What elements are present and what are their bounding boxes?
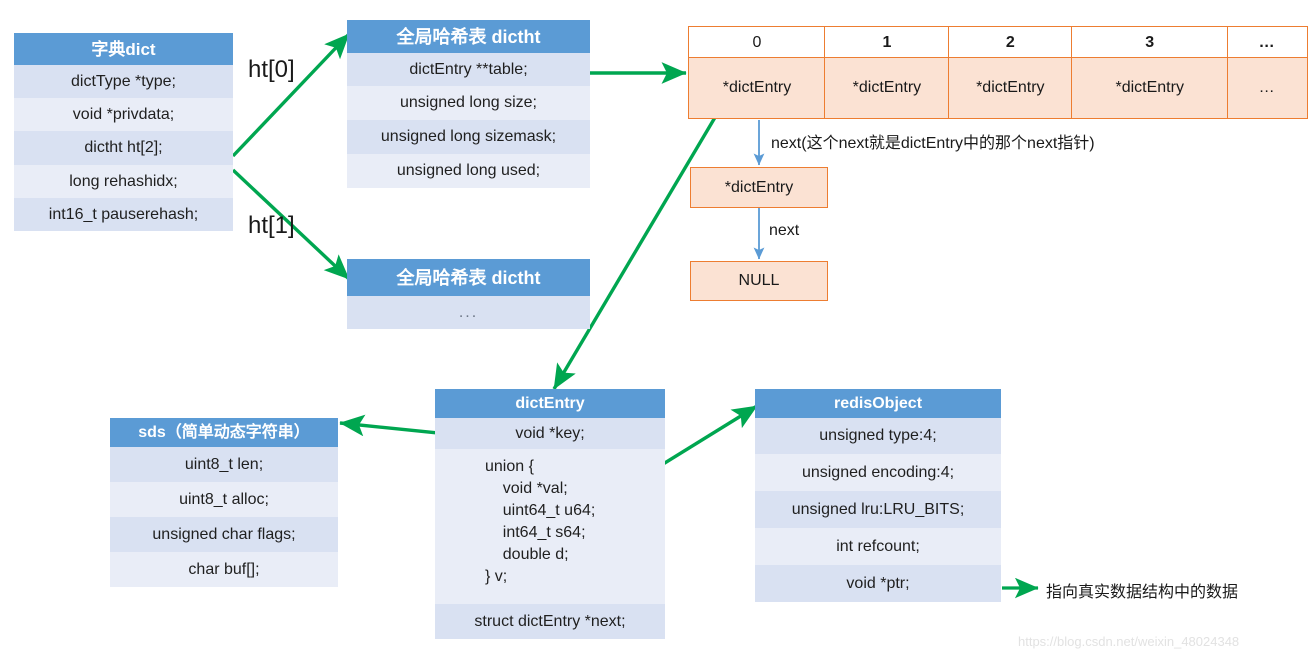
redisobject-field: unsigned lru:LRU_BITS; (755, 491, 1001, 528)
watermark-url: https://blog.csdn.net/weixin_48024348 (1018, 634, 1240, 649)
dictht-field: unsigned long sizemask; (347, 120, 590, 154)
bucket-index: 1 (824, 26, 950, 59)
dictentry-struct: dictEntry void *key; union { void *val; … (435, 389, 665, 639)
redisobject-field: int refcount; (755, 528, 1001, 565)
dictht-field: unsigned long used; (347, 154, 590, 188)
next-pointer-annotation: next(这个next就是dictEntry中的那个next指针) (771, 135, 1095, 152)
redisobject-field: unsigned type:4; (755, 418, 1001, 454)
dictentry-struct-title: dictEntry (435, 389, 665, 418)
redisobject-struct: redisObject unsigned type:4; unsigned en… (755, 389, 1001, 602)
dictht-field: unsigned long size; (347, 86, 590, 120)
arrow-ht0 (231, 32, 351, 158)
bucket-index: 0 (688, 26, 826, 59)
sds-field: uint8_t alloc; (110, 482, 338, 517)
hash-bucket-array: 0 1 2 3 … *dictEntry *dictEntry *dictEnt… (688, 26, 1308, 120)
bucket-cell: *dictEntry (947, 57, 1073, 120)
hash-bucket-value-row: *dictEntry *dictEntry *dictEntry *dictEn… (688, 57, 1308, 120)
dictentry-field-key: void *key; (435, 418, 665, 449)
redisobject-struct-title: redisObject (755, 389, 1001, 418)
chain-terminator-null: NULL (690, 261, 828, 301)
dict-struct-field: void *privdata; (14, 98, 233, 131)
bucket-cell: … (1226, 57, 1308, 120)
dictentry-field-union: union { void *val; uint64_t u64; int64_t… (435, 449, 665, 604)
edge-label-ht1: ht[1] (248, 212, 295, 239)
chain-node-dictentry: *dictEntry (690, 167, 828, 208)
sds-struct-title: sds（简单动态字符串） (110, 418, 338, 447)
dict-struct: 字典dict dictType *type; void *privdata; d… (14, 33, 233, 231)
bucket-cell: *dictEntry (1071, 57, 1229, 120)
dict-struct-field: dictType *type; (14, 65, 233, 98)
dictht-primary-title: 全局哈希表 dictht (347, 20, 590, 53)
dict-struct-field: dictht ht[2]; (14, 131, 233, 165)
bucket-index: … (1226, 26, 1308, 59)
sds-field: unsigned char flags; (110, 517, 338, 552)
redisobject-field: void *ptr; (755, 565, 1001, 602)
sds-struct: sds（简单动态字符串） uint8_t len; uint8_t alloc;… (110, 418, 338, 587)
edge-label-ht0: ht[0] (248, 56, 295, 83)
bucket-index: 2 (947, 26, 1073, 59)
dictht-secondary-field: ... (347, 296, 590, 329)
ptr-target-annotation: 指向真实数据结构中的数据 (1046, 584, 1239, 601)
dictht-field: dictEntry **table; (347, 53, 590, 86)
dict-struct-field: int16_t pauserehash; (14, 198, 233, 231)
hash-bucket-index-row: 0 1 2 3 … (688, 26, 1308, 59)
redisobject-field: unsigned encoding:4; (755, 454, 1001, 491)
sds-field: char buf[]; (110, 552, 338, 587)
next-label: next (769, 222, 800, 239)
bucket-cell: *dictEntry (688, 57, 826, 120)
bucket-index: 3 (1071, 26, 1229, 59)
sds-field: uint8_t len; (110, 447, 338, 482)
dict-struct-title: 字典dict (14, 33, 233, 65)
dictht-secondary-title: 全局哈希表 dictht (347, 259, 590, 296)
dictentry-field-next: struct dictEntry *next; (435, 604, 665, 639)
dictht-secondary-struct: 全局哈希表 dictht ... (347, 259, 590, 329)
diagram-canvas: 字典dict dictType *type; void *privdata; d… (0, 0, 1316, 658)
dictht-primary-struct: 全局哈希表 dictht dictEntry **table; unsigned… (347, 20, 590, 188)
bucket-cell: *dictEntry (824, 57, 950, 120)
dict-struct-field: long rehashidx; (14, 165, 233, 198)
